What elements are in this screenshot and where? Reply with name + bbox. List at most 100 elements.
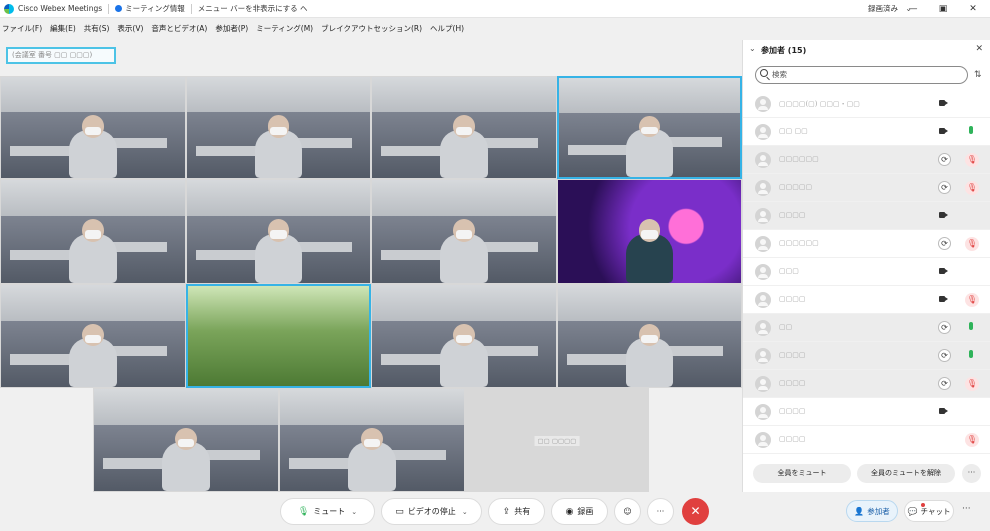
chat-tab-button[interactable]: 💬 チャット: [904, 500, 954, 522]
chevron-down-icon[interactable]: ⌄: [462, 508, 468, 516]
person-icon: 👤: [854, 506, 865, 516]
share-button[interactable]: ⇪ 共有: [488, 498, 545, 525]
participant-name-label: ▢▢ ▢▢▢▢: [534, 435, 580, 446]
divider: [108, 3, 110, 14]
participant-row[interactable]: ▢▢▢▢: [743, 202, 990, 230]
video-tile[interactable]: [186, 284, 371, 388]
share-label: 共有: [514, 507, 531, 516]
menu-edit[interactable]: 編集(E): [50, 23, 76, 34]
mute-all-button[interactable]: 全員をミュート: [753, 464, 851, 483]
menu-audio-video[interactable]: 音声とビデオ(A): [151, 23, 207, 34]
video-tile[interactable]: [93, 388, 279, 492]
video-tile[interactable]: [186, 76, 371, 179]
panel-more-button[interactable]: ···: [962, 464, 981, 483]
menu-help[interactable]: ヘルプ(H): [430, 23, 464, 34]
microphone-muted-icon[interactable]: 🎙: [965, 293, 979, 307]
panel-footer: 全員をミュート 全員のミュートを解除 ···: [743, 460, 990, 486]
minimize-button[interactable]: —: [906, 2, 920, 16]
participant-row[interactable]: ▢▢▢▢ 🎙: [743, 286, 990, 314]
participant-row[interactable]: ▢▢▢▢(▢) ▢▢▢・▢▢: [743, 90, 990, 118]
video-tile[interactable]: [279, 388, 465, 492]
more-options-button[interactable]: ···: [647, 498, 674, 525]
participant-name: ▢▢▢▢▢: [779, 183, 813, 191]
unmute-all-button[interactable]: 全員のミュートを解除: [857, 464, 955, 483]
stop-video-button[interactable]: ▭ ビデオの停止 ⌄: [381, 498, 482, 525]
participant-row[interactable]: ▢▢▢▢▢ ⟳ 🎙: [743, 174, 990, 202]
video-camera-icon: [939, 295, 948, 303]
connecting-icon: ⟳: [938, 377, 951, 390]
microphone-muted-icon[interactable]: 🎙: [965, 181, 979, 195]
participant-name: ▢▢▢▢: [779, 211, 806, 219]
app-name: Cisco Webex Meetings: [18, 4, 103, 13]
participant-search-input[interactable]: 検索: [755, 66, 968, 84]
more-icon[interactable]: ···: [962, 504, 971, 514]
participants-panel: ⌄ 参加者 (15) ✕ 検索 ⇅ ▢▢▢▢(▢) ▢▢▢・▢▢ ▢▢ ▢▢ ▢▢▢…: [742, 40, 990, 492]
mute-label: ミュート: [313, 507, 346, 516]
microphone-muted-icon[interactable]: 🎙: [965, 377, 979, 391]
chevron-down-icon[interactable]: ⌄: [351, 508, 357, 516]
avatar: [755, 208, 771, 224]
menu-breakout[interactable]: ブレイクアウトセッション(R): [321, 23, 422, 34]
video-tile[interactable]: [0, 284, 186, 388]
participant-name: ▢▢▢▢(▢) ▢▢▢・▢▢: [779, 100, 860, 108]
video-tile[interactable]: ▢▢ ▢▢▢▢: [465, 388, 649, 492]
end-meeting-button[interactable]: ✕: [682, 498, 709, 525]
participant-row[interactable]: ▢▢▢▢▢▢ ⟳ 🎙: [743, 230, 990, 258]
chat-bubble-icon: 💬: [907, 506, 918, 516]
participant-row[interactable]: ▢▢▢▢▢▢ ⟳ 🎙: [743, 146, 990, 174]
participants-tab-button[interactable]: 👤 参加者: [846, 500, 898, 522]
menu-view[interactable]: 表示(V): [117, 23, 143, 34]
webex-logo-icon: [4, 3, 14, 14]
microphone-muted-icon[interactable]: 🎙: [965, 433, 979, 447]
video-tile[interactable]: [186, 179, 371, 284]
menu-meeting[interactable]: ミーティング(M): [256, 23, 313, 34]
video-tile[interactable]: [0, 76, 186, 179]
participant-row[interactable]: ▢▢▢▢: [743, 398, 990, 426]
menu-share[interactable]: 共有(S): [84, 23, 110, 34]
video-tile[interactable]: [557, 179, 742, 284]
microphone-icon[interactable]: [969, 322, 973, 330]
participant-row[interactable]: ▢▢▢▢ ⟳ 🎙: [743, 370, 990, 398]
participant-row[interactable]: ▢▢▢: [743, 258, 990, 286]
mute-button[interactable]: 🎙 ミュート ⌄: [280, 498, 375, 525]
meeting-info-link[interactable]: ミーティング情報: [125, 3, 185, 14]
menu-file[interactable]: ファイル(F): [2, 23, 42, 34]
connecting-icon: ⟳: [938, 321, 951, 334]
chevron-down-icon[interactable]: ⌄: [749, 44, 756, 53]
video-camera-icon: [939, 99, 948, 107]
avatar: [755, 376, 771, 392]
participant-name: ▢▢▢▢: [779, 351, 806, 359]
record-button[interactable]: ◉ 録画: [551, 498, 608, 525]
close-panel-button[interactable]: ✕: [975, 44, 983, 54]
video-tile[interactable]: [557, 284, 742, 388]
close-window-button[interactable]: ✕: [966, 2, 980, 16]
video-tile[interactable]: [371, 179, 557, 284]
participant-name: ▢▢: [779, 323, 793, 331]
microphone-icon[interactable]: [969, 126, 973, 134]
meeting-info-chip[interactable]: (会議室 番号 ▢▢ ▢▢▢): [6, 47, 116, 64]
video-tile[interactable]: [371, 284, 557, 388]
maximize-button[interactable]: ▣: [936, 2, 950, 16]
avatar: [755, 320, 771, 336]
participant-row[interactable]: ▢▢▢▢ 🎙: [743, 426, 990, 454]
participant-row[interactable]: ▢▢▢▢ ⟳: [743, 342, 990, 370]
menu-participant[interactable]: 参加者(P): [215, 23, 248, 34]
hide-menu-bar-link[interactable]: メニュー バーを非表示にする ヘ: [198, 3, 308, 14]
reactions-button[interactable]: ☺: [614, 498, 641, 525]
menu-bar: ファイル(F) 編集(E) 共有(S) 表示(V) 音声とビデオ(A) 参加者(…: [0, 20, 472, 36]
participant-name: ▢▢▢▢: [779, 295, 806, 303]
panel-header: ⌄ 参加者 (15) ✕: [743, 40, 990, 62]
avatar: [755, 264, 771, 280]
video-tile[interactable]: [557, 76, 742, 179]
microphone-icon[interactable]: [969, 350, 973, 358]
microphone-muted-icon[interactable]: 🎙: [965, 237, 979, 251]
participant-name: ▢▢▢▢: [779, 435, 806, 443]
avatar: [755, 96, 771, 112]
participant-row[interactable]: ▢▢ ⟳: [743, 314, 990, 342]
video-tile[interactable]: [371, 76, 557, 179]
participant-row[interactable]: ▢▢ ▢▢: [743, 118, 990, 146]
sort-icon[interactable]: ⇅: [974, 70, 982, 80]
panel-title: 参加者 (15): [761, 46, 807, 55]
video-tile[interactable]: [0, 179, 186, 284]
microphone-muted-icon[interactable]: 🎙: [965, 153, 979, 167]
